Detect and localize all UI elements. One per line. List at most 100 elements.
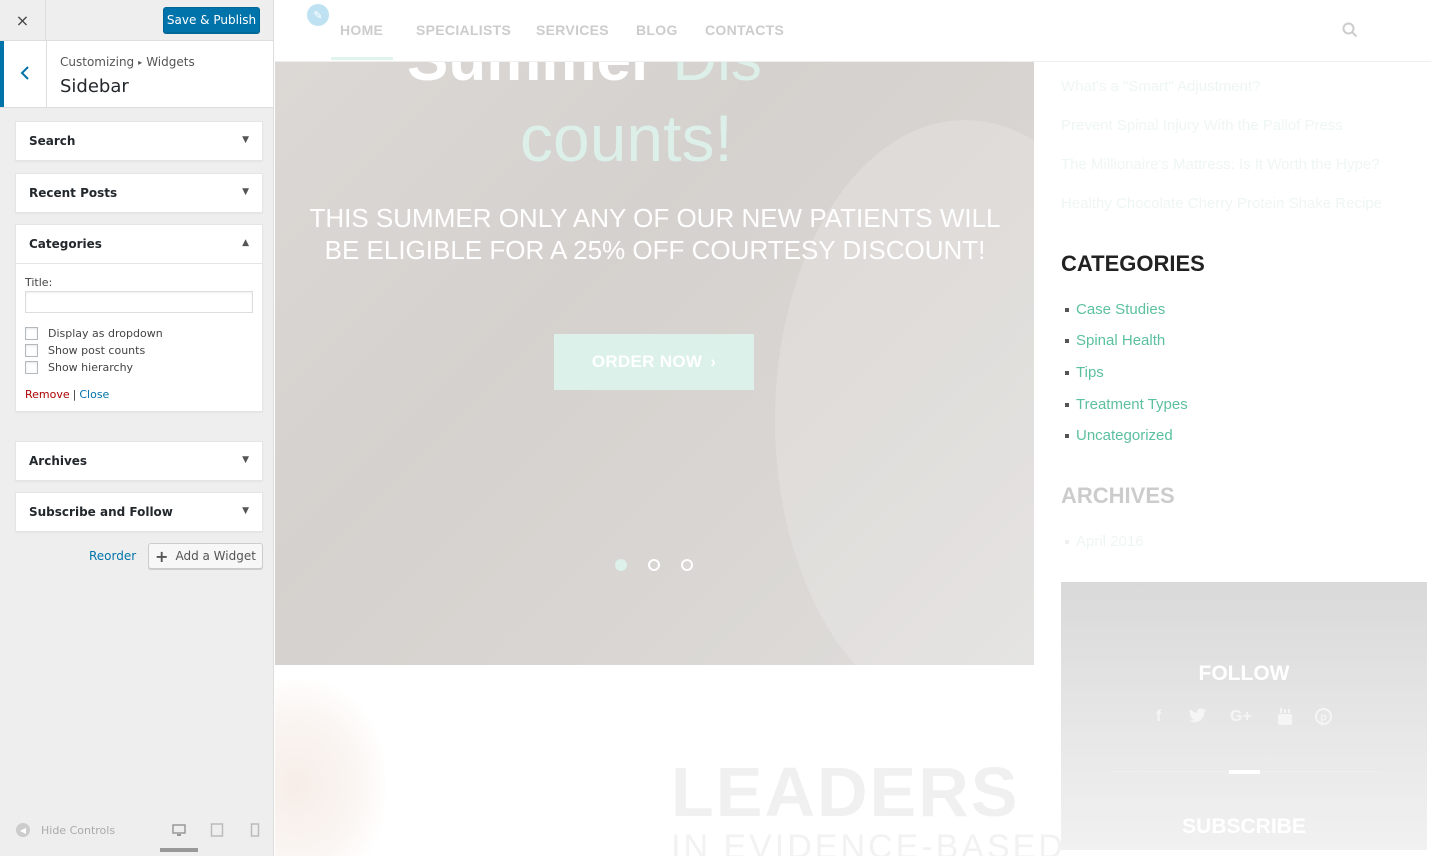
bullet: [1065, 433, 1069, 438]
category-label: Uncategorized: [1076, 427, 1173, 444]
nav-services[interactable]: SERVICES: [536, 22, 609, 38]
follow-heading: FOLLOW: [1198, 662, 1290, 685]
breadcrumb-item: Widgets: [146, 55, 195, 69]
section-header: Customizing ▸ Widgets Sidebar: [0, 41, 273, 108]
twitter-icon[interactable]: [1189, 708, 1207, 728]
category-label: Case Studies: [1076, 301, 1166, 318]
youtube-icon[interactable]: [1277, 708, 1293, 731]
widget-recent-posts[interactable]: Recent Posts ▼: [15, 173, 263, 213]
close-link[interactable]: Close: [79, 388, 109, 401]
widget-archives[interactable]: Archives ▼: [15, 441, 263, 481]
recent-post-link[interactable]: What's a "Smart" Adjustment?: [1061, 78, 1260, 95]
nav-specialists[interactable]: SPECIALISTS: [416, 22, 511, 38]
slider-dot[interactable]: [615, 559, 627, 571]
chevron-right-icon: ›: [710, 352, 717, 371]
doctor-image: [275, 680, 385, 856]
close-icon: ×: [15, 10, 30, 30]
collapse-icon: ◀: [16, 823, 30, 837]
widget-title: Archives: [29, 454, 88, 468]
category-link[interactable]: Spinal Health: [1065, 332, 1165, 349]
recent-post-link[interactable]: Healthy Chocolate Cherry Protein Shake R…: [1061, 195, 1382, 212]
widget-title: Recent Posts: [29, 186, 118, 200]
show-hierarchy-checkbox[interactable]: [25, 361, 38, 374]
category-link[interactable]: Uncategorized: [1065, 427, 1173, 444]
bullet: [1065, 402, 1069, 407]
follow-subscribe-widget: FOLLOW f G+ p SUBSCRIBE: [1061, 582, 1427, 850]
back-button[interactable]: [0, 41, 47, 107]
nav-contacts[interactable]: CONTACTS: [705, 22, 784, 38]
hide-controls-label: Hide Controls: [41, 823, 116, 837]
customizer-panel: × Save & Publish Customizing ▸ Widgets Sid…: [0, 0, 274, 856]
widget-categories[interactable]: Categories ▲ Title: Display as dropdown …: [15, 224, 263, 412]
checkbox-label: Show hierarchy: [48, 361, 134, 374]
categories-heading: CATEGORIES: [1061, 251, 1205, 276]
expand-arrow-icon[interactable]: ▼: [242, 135, 249, 145]
widget-header[interactable]: Categories ▲: [16, 225, 262, 263]
breadcrumb-item: Customizing: [60, 55, 135, 69]
widget-actions: Remove | Close: [25, 388, 253, 401]
expand-arrow-icon[interactable]: ▼: [242, 506, 249, 516]
widget-search[interactable]: Search ▼: [15, 121, 263, 161]
bullet: [1065, 539, 1069, 544]
active-device-indicator: [160, 848, 198, 852]
nav-home[interactable]: HOME: [340, 22, 383, 38]
widget-header[interactable]: Search ▼: [16, 122, 262, 160]
widget-header[interactable]: Subscribe and Follow ▼: [16, 493, 262, 531]
slider-dot[interactable]: [681, 559, 693, 571]
category-link[interactable]: Treatment Types: [1065, 396, 1188, 413]
reorder-link[interactable]: Reorder: [89, 549, 136, 563]
category-link[interactable]: Case Studies: [1065, 301, 1165, 318]
close-customizer-button[interactable]: ×: [0, 0, 46, 40]
widget-title: Subscribe and Follow: [29, 505, 173, 519]
save-publish-button[interactable]: Save & Publish: [163, 7, 260, 33]
bullet: [1065, 338, 1069, 343]
title-label: Title:: [25, 276, 53, 289]
bullet: [1065, 370, 1069, 375]
remove-link[interactable]: Remove: [25, 388, 70, 401]
svg-text:p: p: [1320, 712, 1327, 724]
customizer-header-bar: × Save & Publish: [0, 0, 273, 41]
leaders-heading: LEADERS: [671, 753, 1020, 831]
widget-form: Title: Display as dropdown Show post cou…: [16, 263, 262, 411]
widget-title: Search: [29, 134, 76, 148]
order-now-button[interactable]: ORDER NOW ›: [554, 334, 754, 390]
google-plus-icon[interactable]: G+: [1230, 708, 1252, 726]
hero-subtitle-line: BE ELIGIBLE FOR A 25% OFF COURTESY DISCO…: [324, 235, 986, 265]
category-link[interactable]: Tips: [1065, 364, 1104, 381]
facebook-icon[interactable]: f: [1156, 708, 1161, 726]
desktop-icon[interactable]: [172, 822, 186, 836]
show-hierarchy-option[interactable]: Show hierarchy: [25, 361, 253, 374]
title-input[interactable]: [25, 291, 253, 313]
edit-shortcut-pencil-icon[interactable]: ✎: [306, 3, 330, 27]
add-widget-label: Add a Widget: [175, 549, 256, 563]
expand-arrow-icon[interactable]: ▼: [242, 455, 249, 465]
add-widget-button[interactable]: + Add a Widget: [148, 543, 263, 569]
widget-header[interactable]: Recent Posts ▼: [16, 174, 262, 212]
pinterest-icon[interactable]: p: [1315, 708, 1332, 730]
archive-link[interactable]: April 2016: [1065, 533, 1144, 550]
collapse-arrow-icon[interactable]: ▲: [242, 238, 249, 248]
search-icon[interactable]: [1342, 22, 1358, 38]
section-title: Sidebar: [60, 76, 129, 97]
show-post-counts-option[interactable]: Show post counts: [25, 344, 253, 357]
widget-header[interactable]: Archives ▼: [16, 442, 262, 480]
display-dropdown-checkbox[interactable]: [25, 327, 38, 340]
widget-subscribe-follow[interactable]: Subscribe and Follow ▼: [15, 492, 263, 532]
breadcrumb: Customizing ▸ Widgets: [60, 55, 195, 69]
leaders-subheading: IN EVIDENCE-BASED: [671, 828, 1066, 856]
site-nav: HOME SPECIALISTS SERVICES BLOG CONTACTS: [275, 0, 1431, 62]
hide-controls-button[interactable]: ◀ Hide Controls: [16, 823, 115, 837]
display-dropdown-option[interactable]: Display as dropdown: [25, 327, 253, 340]
recent-post-link[interactable]: Prevent Spinal Injury With the Pallof Pr…: [1061, 117, 1343, 134]
nav-blog[interactable]: BLOG: [636, 22, 678, 38]
slider-dot[interactable]: [648, 559, 660, 571]
checkbox-label: Show post counts: [48, 344, 146, 357]
expand-arrow-icon[interactable]: ▼: [242, 187, 249, 197]
show-post-counts-checkbox[interactable]: [25, 344, 38, 357]
recent-post-link[interactable]: The Millionaire's Mattress: Is It Worth …: [1061, 156, 1380, 173]
plus-icon: +: [155, 546, 169, 566]
hero-slider: Summer Dis counts! THIS SUMMER ONLY ANY …: [275, 0, 1034, 665]
tablet-icon[interactable]: [210, 822, 224, 837]
customizer-footer: ◀ Hide Controls: [0, 808, 273, 856]
mobile-icon[interactable]: [248, 822, 262, 837]
